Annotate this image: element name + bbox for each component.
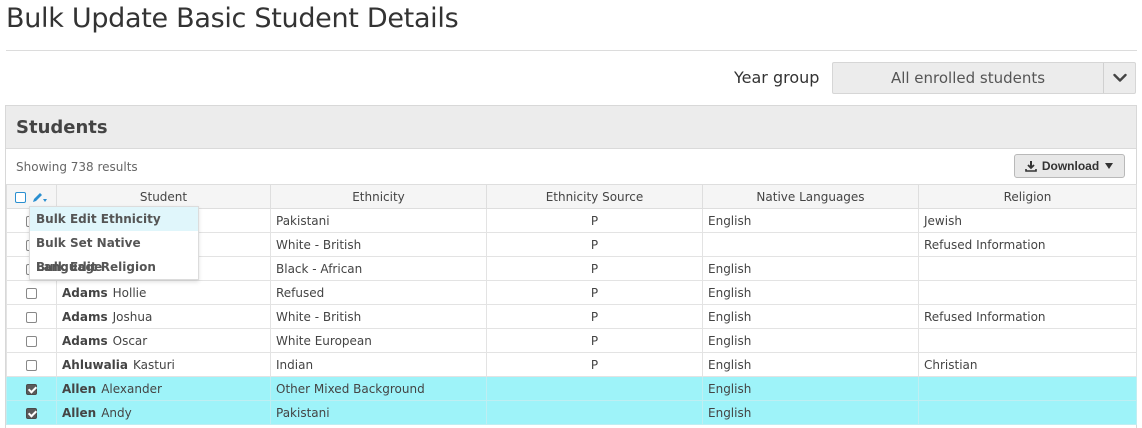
table-row[interactable]: Allen Andy Pakistani English [6,400,1137,425]
student-first-name: Joshua [112,309,153,324]
column-header-native-languages[interactable]: Native Languages [702,184,919,209]
student-cell: Adams Joshua [56,304,271,329]
religion-cell: Refused Information [918,232,1137,257]
select-all-header [6,184,57,209]
results-count: Showing 738 results [16,160,138,174]
ethnicity-cell: White - British [270,232,487,257]
caret-down-icon [1105,163,1114,169]
student-cell: Adams Oscar [56,328,271,353]
bulk-edit-menu: Bulk Edit Ethnicity Bulk Set Native Lang… [29,206,199,280]
ethnicity-source-cell: P [486,232,703,257]
ethnicity-cell: Pakistani [270,208,487,233]
religion-cell: Christian [918,352,1137,377]
student-last-name: Adams [62,333,108,348]
student-cell: Allen Alexander [56,376,271,401]
ethnicity-cell: Pakistani [270,400,487,425]
year-group-value: All enrolled students [890,69,1046,87]
ethnicity-source-cell: P [486,304,703,329]
student-first-name: Oscar [112,333,148,348]
chevron-down-icon [1113,73,1127,82]
ethnicity-source-cell: P [486,328,703,353]
student-last-name: Adams [62,285,108,300]
religion-cell [918,376,1137,401]
religion-cell: Refused Information [918,304,1137,329]
row-checkbox[interactable] [26,383,37,395]
column-header-ethnicity[interactable]: Ethnicity [270,184,487,209]
row-checkbox[interactable] [26,407,37,419]
table-row[interactable]: Adams Oscar White European P English [6,328,1137,353]
row-checkbox[interactable] [26,335,37,347]
ethnicity-source-cell [486,400,703,425]
ethnicity-source-cell: P [486,208,703,233]
religion-cell [918,280,1137,305]
ethnicity-cell: White - British [270,304,487,329]
table-row[interactable]: Adams Joshua White - British P English Re… [6,304,1137,329]
student-cell: Adams Hollie [56,280,271,305]
download-label: Download [1041,159,1100,173]
ethnicity-cell: White European [270,328,487,353]
column-header-ethnicity-source[interactable]: Ethnicity Source [486,184,703,209]
table-row[interactable]: Allen Alexander Other Mixed Background En… [6,376,1137,401]
native-language-cell: English [702,328,919,353]
download-button[interactable]: Download [1014,154,1125,178]
ethnicity-source-cell: P [486,280,703,305]
panel-title: Students [16,117,108,138]
ethnicity-source-cell [486,376,703,401]
column-header-student[interactable]: Student [56,184,271,209]
ethnicity-source-cell: P [486,256,703,281]
student-first-name: Hollie [112,285,147,300]
panel-header: Students [6,106,1136,149]
menu-item-bulk-edit-ethnicity[interactable]: Bulk Edit Ethnicity [30,207,198,231]
native-language-cell [702,232,919,257]
ethnicity-cell: Indian [270,352,487,377]
native-language-cell: English [702,376,919,401]
bulk-edit-trigger[interactable] [31,191,48,204]
year-group-select[interactable]: All enrolled students [832,62,1136,94]
ethnicity-cell: Refused [270,280,487,305]
table-row[interactable]: Ahluwalia Kasturi Indian P English Christ… [6,352,1137,377]
menu-item-bulk-set-native-language[interactable]: Bulk Set Native Language [30,231,198,274]
row-checkbox[interactable] [26,287,37,299]
native-language-cell: English [702,400,919,425]
native-language-cell: English [702,304,919,329]
ethnicity-source-cell: P [486,352,703,377]
religion-cell [918,400,1137,425]
ethnicity-cell: Black - African [270,256,487,281]
student-first-name: Kasturi [133,357,175,372]
religion-cell [918,256,1137,281]
student-cell: Ahluwalia Kasturi [56,352,271,377]
row-checkbox[interactable] [26,311,37,323]
pencil-icon [33,192,47,202]
ethnicity-cell: Other Mixed Background [270,376,487,401]
menu-item-bulk-edit-religion[interactable]: Bulk Edit Religion [30,255,198,279]
select-all-checkbox[interactable] [15,191,26,203]
download-icon [1025,161,1037,172]
year-group-toggle[interactable] [1104,63,1136,93]
religion-cell: Jewish [918,208,1137,233]
student-first-name: Andy [101,405,132,420]
student-last-name: Allen [62,381,97,396]
student-last-name: Ahluwalia [62,357,128,372]
column-header-religion[interactable]: Religion [918,184,1137,209]
page-title: Bulk Update Basic Student Details [6,3,459,34]
student-first-name: Alexander [101,381,162,396]
native-language-cell: English [702,280,919,305]
native-language-cell: English [702,352,919,377]
student-last-name: Adams [62,309,108,324]
title-divider [6,50,1137,51]
student-last-name: Allen [62,405,97,420]
table-row[interactable]: Adams Hollie Refused P English [6,280,1137,305]
row-checkbox[interactable] [26,359,37,371]
year-group-label: Year group [734,68,820,87]
native-language-cell: English [702,256,919,281]
student-cell: Allen Andy [56,400,271,425]
native-language-cell: English [702,208,919,233]
religion-cell [918,328,1137,353]
table-header-row: Student Ethnicity Ethnicity Source Nativ… [6,184,1137,209]
